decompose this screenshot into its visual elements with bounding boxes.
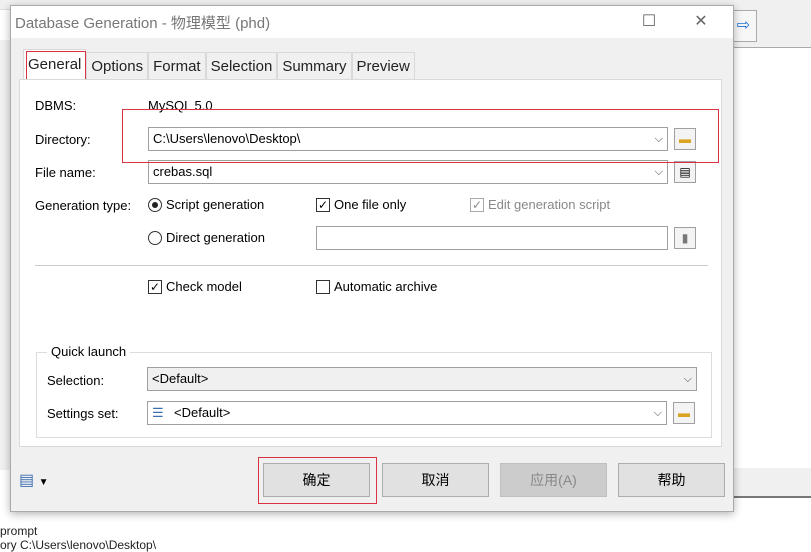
dbms-label: DBMS:: [35, 98, 77, 113]
directory-label: Directory:: [35, 132, 91, 147]
automatic-archive-checkbox[interactable]: Automatic archive: [316, 279, 437, 294]
direct-generation-radio[interactable]: Direct generation: [148, 230, 265, 245]
generation-type-label: Generation type:: [35, 198, 132, 213]
checkbox-label: Check model: [166, 279, 242, 294]
tab-selection[interactable]: Selection: [205, 52, 278, 79]
selection-label: Selection:: [47, 373, 105, 388]
settings-set-label: Settings set:: [47, 406, 119, 421]
background-status-bar: [730, 468, 811, 498]
maximize-icon[interactable]: ☐: [629, 10, 669, 34]
window-title: Database Generation - 物理模型 (phd): [15, 14, 271, 32]
tab-format[interactable]: Format: [148, 52, 206, 79]
close-icon[interactable]: ✕: [681, 10, 721, 34]
settings-menu-icon[interactable]: ▤ ▼: [19, 470, 48, 490]
tab-summary[interactable]: Summary: [277, 52, 352, 79]
selection-value: <Default>: [152, 371, 209, 386]
radio-label: Script generation: [166, 197, 265, 212]
filename-value: crebas.sql: [153, 164, 213, 179]
background-output-line: prompt: [0, 524, 38, 538]
checkbox-indicator[interactable]: [316, 279, 330, 294]
checkbox-label: One file only: [334, 197, 407, 212]
document-icon[interactable]: ▤: [674, 161, 696, 183]
apply-button[interactable]: 应用(A): [500, 463, 607, 497]
direct-generation-field[interactable]: [316, 226, 668, 250]
checkbox-indicator[interactable]: ✓: [148, 279, 162, 294]
highlight-box: [122, 109, 719, 163]
cancel-button[interactable]: 取消: [382, 463, 489, 497]
check-model-checkbox[interactable]: ✓ Check model: [148, 279, 242, 294]
datasource-icon[interactable]: ▮: [674, 227, 696, 249]
checkbox-indicator[interactable]: ✓: [470, 197, 484, 212]
tab-options[interactable]: Options: [86, 52, 149, 79]
chevron-down-icon[interactable]: ⌵: [684, 368, 692, 390]
radio-indicator[interactable]: [148, 230, 162, 245]
radio-label: Direct generation: [166, 230, 265, 245]
radio-indicator[interactable]: [148, 197, 162, 212]
checkbox-label: Edit generation script: [488, 197, 611, 212]
filename-label: File name:: [35, 165, 96, 180]
script-generation-radio[interactable]: Script generation: [148, 197, 264, 212]
folder-icon[interactable]: ▬: [673, 402, 695, 424]
tab-preview[interactable]: Preview: [351, 52, 415, 79]
one-file-only-checkbox[interactable]: ✓ One file only: [316, 197, 406, 212]
background-output-line: ory C:\Users\lenovo\Desktop\: [0, 538, 157, 552]
chevron-down-icon[interactable]: ⌵: [655, 161, 663, 183]
divider: [35, 265, 708, 266]
checkbox-indicator[interactable]: ✓: [316, 197, 330, 212]
forward-arrow-icon[interactable]: ⇨: [730, 10, 757, 42]
title-bar: Database Generation - 物理模型 (phd): [11, 6, 733, 38]
help-button[interactable]: 帮助: [618, 463, 725, 497]
settings-list-icon: ☰: [152, 405, 164, 420]
settings-set-combo[interactable]: ☰ <Default> ⌵: [147, 401, 667, 425]
selection-combo[interactable]: <Default> ⌵: [147, 367, 697, 391]
settings-value: <Default>: [174, 405, 231, 420]
quick-launch-title: Quick launch: [47, 344, 131, 359]
checkbox-label: Automatic archive: [334, 279, 438, 294]
database-generation-dialog: Database Generation - 物理模型 (phd) ☐ ✕ Gen…: [10, 5, 734, 512]
edit-script-checkbox[interactable]: ✓ Edit generation script: [470, 197, 610, 212]
chevron-down-icon[interactable]: ⌵: [654, 402, 662, 424]
filename-combo[interactable]: crebas.sql ⌵: [148, 160, 668, 184]
highlight-box: [258, 457, 377, 504]
background-left-panel: [0, 40, 10, 470]
quick-launch-group: Quick launch Selection: <Default> ⌵ Setti…: [36, 344, 712, 438]
